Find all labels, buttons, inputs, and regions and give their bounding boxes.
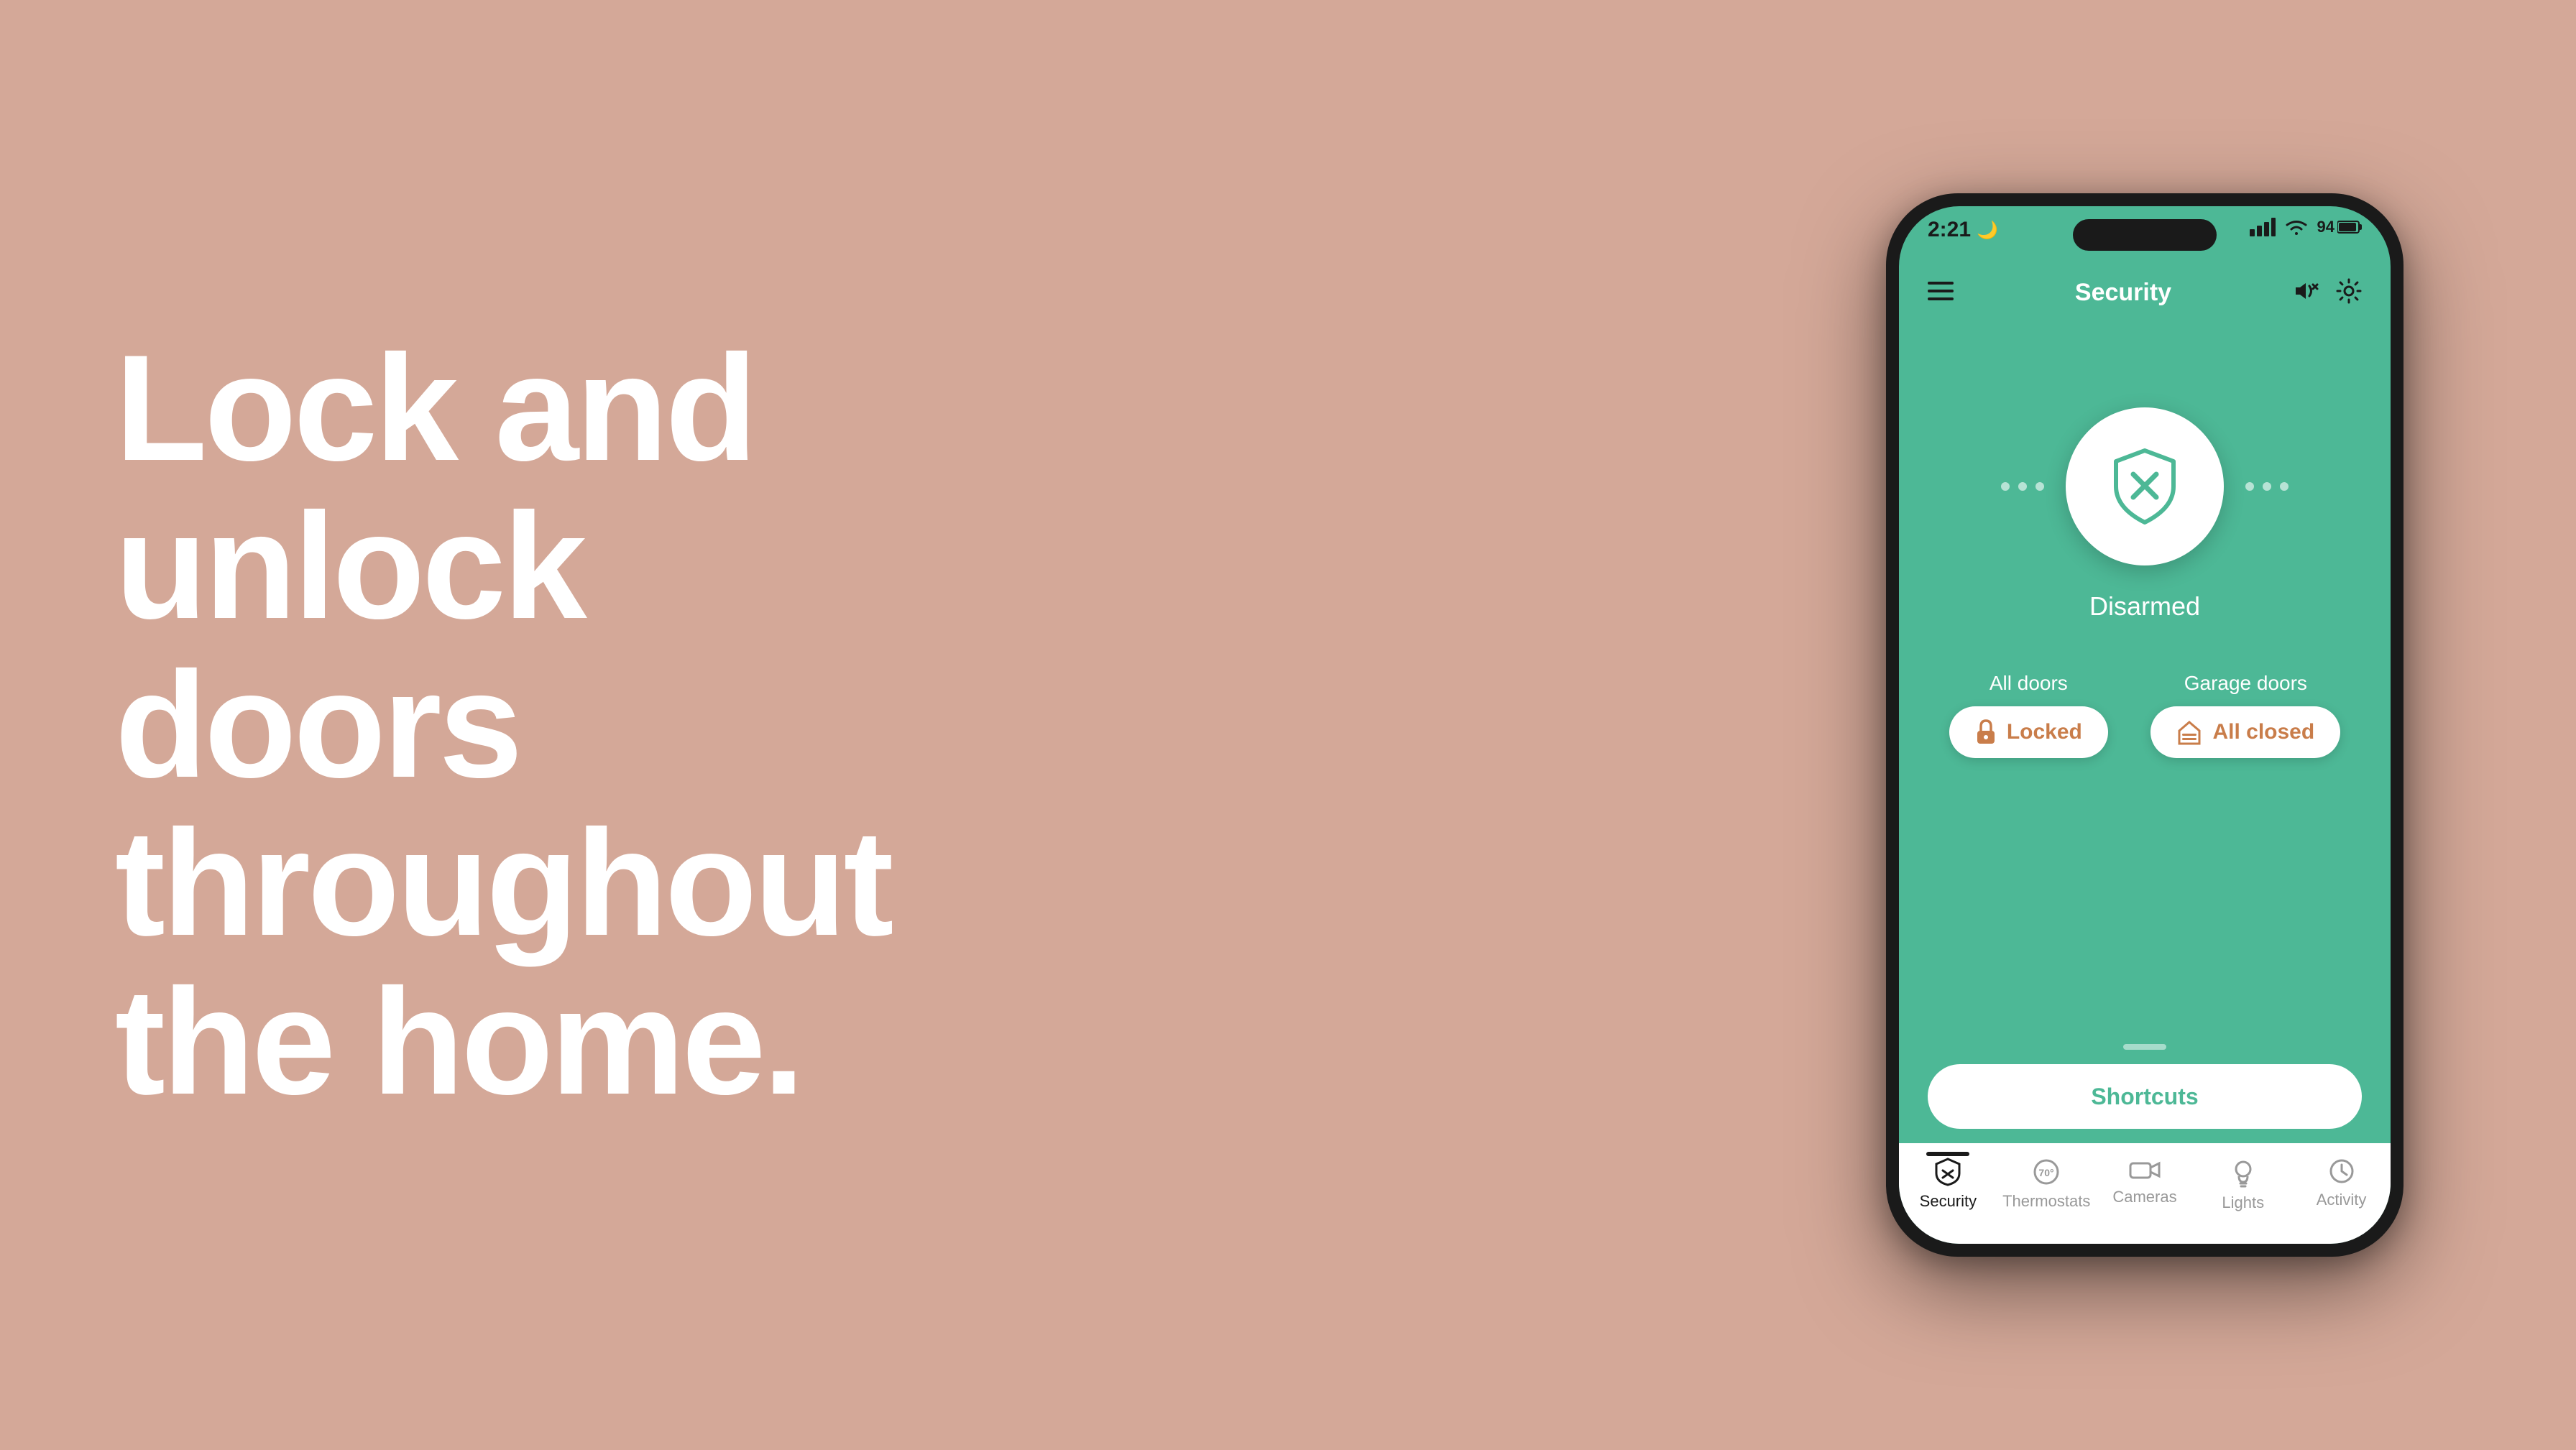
security-status-label: Disarmed xyxy=(2089,591,2200,622)
signal-icon xyxy=(2250,218,2276,236)
svg-text:70°: 70° xyxy=(2039,1167,2054,1178)
all-doors-item: All doors Locked xyxy=(1949,672,2108,758)
activity-nav-label: Activity xyxy=(2317,1191,2367,1209)
settings-button[interactable] xyxy=(2336,278,2362,308)
phone-device: 2:21 🌙 xyxy=(1886,193,2404,1257)
lights-nav-icon xyxy=(2230,1158,2256,1188)
phone-screen: 2:21 🌙 xyxy=(1899,206,2391,1244)
all-doors-label: All doors xyxy=(1990,672,2068,695)
cameras-nav-label: Cameras xyxy=(2112,1188,2176,1206)
all-doors-status: Locked xyxy=(2007,720,2082,744)
headline: Lock and unlock doors throughout the hom… xyxy=(115,329,891,1122)
menu-button[interactable] xyxy=(1928,279,1954,307)
status-icons: 94 xyxy=(2250,218,2362,236)
volume-button[interactable] xyxy=(2293,280,2319,305)
thermostats-nav-label: Thermostats xyxy=(2002,1192,2090,1211)
activity-nav-icon xyxy=(2328,1158,2355,1185)
security-nav-label: Security xyxy=(1920,1192,1977,1211)
dots-left xyxy=(2001,482,2044,491)
shortcuts-button[interactable]: Shortcuts xyxy=(1928,1064,2362,1129)
wifi-icon xyxy=(2284,218,2309,236)
status-time: 2:21 🌙 xyxy=(1928,218,1998,242)
shield-x-icon xyxy=(2109,447,2181,526)
nav-item-thermostats[interactable]: 70° Thermostats xyxy=(1997,1158,2096,1211)
garage-doors-status: All closed xyxy=(2212,720,2314,744)
bottom-nav: Security 70° Thermostats xyxy=(1899,1143,2391,1244)
garage-doors-item: Garage doors All closed xyxy=(2150,672,2340,758)
nav-item-security[interactable]: Security xyxy=(1899,1158,1997,1211)
active-indicator xyxy=(1926,1152,1969,1156)
nav-item-lights[interactable]: Lights xyxy=(2194,1158,2292,1212)
dynamic-island xyxy=(2073,219,2217,251)
page-title: Security xyxy=(2075,279,2171,307)
header-actions xyxy=(2293,278,2362,308)
security-status-section xyxy=(2001,407,2288,565)
shortcuts-label: Shortcuts xyxy=(2091,1084,2198,1110)
garage-icon xyxy=(2176,719,2202,745)
scroll-indicator xyxy=(2123,1044,2166,1050)
garage-doors-button[interactable]: All closed xyxy=(2150,706,2340,758)
thermostats-nav-icon: 70° xyxy=(2032,1158,2061,1186)
all-doors-button[interactable]: Locked xyxy=(1949,706,2108,758)
main-content: Disarmed All doors Locked xyxy=(1899,321,2391,1064)
cameras-nav-icon xyxy=(2129,1158,2161,1182)
lights-nav-label: Lights xyxy=(2222,1193,2264,1212)
battery-percent: 94 xyxy=(2317,218,2334,236)
app-header: Security xyxy=(1899,264,2391,321)
security-nav-icon xyxy=(1933,1158,1962,1186)
security-circle-button[interactable] xyxy=(2066,407,2224,565)
nav-item-cameras[interactable]: Cameras xyxy=(2096,1158,2194,1206)
garage-doors-label: Garage doors xyxy=(2184,672,2307,695)
phone-container: 2:21 🌙 xyxy=(1785,193,2576,1257)
left-text-section: Lock and unlock doors throughout the hom… xyxy=(0,329,1785,1122)
doors-section: All doors Locked Garage doors xyxy=(1928,672,2362,758)
nav-item-activity[interactable]: Activity xyxy=(2292,1158,2391,1209)
moon-icon: 🌙 xyxy=(1977,220,1998,241)
battery-group: 94 xyxy=(2317,218,2362,236)
battery-icon xyxy=(2337,220,2362,234)
lock-icon xyxy=(1975,719,1997,745)
dots-right xyxy=(2245,482,2288,491)
